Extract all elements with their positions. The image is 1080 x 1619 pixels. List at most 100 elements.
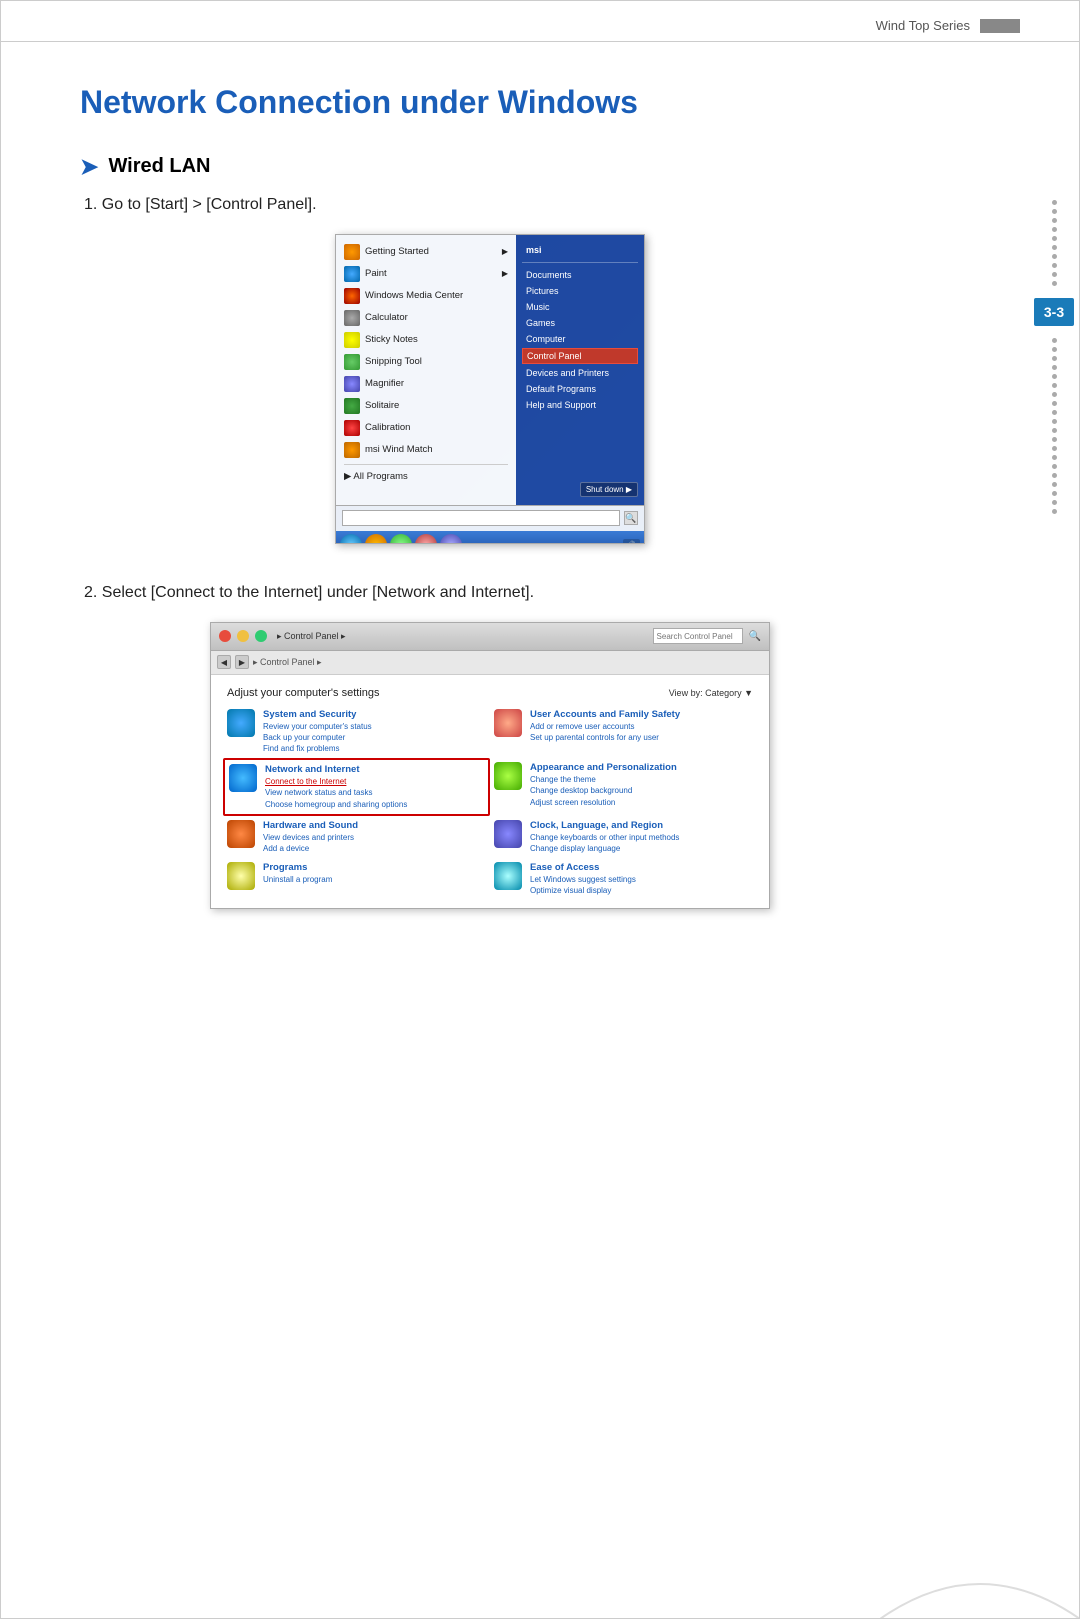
sidebar-dot <box>1052 227 1057 232</box>
magnifier-icon <box>344 376 360 392</box>
clock-link-1[interactable]: Change keyboards or other input methods <box>530 832 679 843</box>
sidebar-dot <box>1052 200 1057 205</box>
menu-item-label: msi Wind Match <box>365 444 433 455</box>
clock-icon <box>494 820 522 848</box>
system-link-2[interactable]: Back up your computer <box>263 732 372 743</box>
user-accounts-title[interactable]: User Accounts and Family Safety <box>530 709 680 720</box>
getting-started-icon <box>344 244 360 260</box>
menu-item-getting-started[interactable]: Getting Started ▶ <box>336 241 516 263</box>
clock-title[interactable]: Clock, Language, and Region <box>530 820 679 831</box>
right-menu-pictures[interactable]: Pictures <box>522 284 638 298</box>
clock-link-2[interactable]: Change display language <box>530 843 679 854</box>
hardware-title[interactable]: Hardware and Sound <box>263 820 358 831</box>
ease-title[interactable]: Ease of Access <box>530 862 636 873</box>
control-panel-screenshot: ▸ Control Panel ▸ 🔍 ◀ ▶ ▸ Control Panel … <box>210 622 770 910</box>
system-link-1[interactable]: Review your computer's status <box>263 721 372 732</box>
cp-view-by-label[interactable]: View by: Category ▼ <box>669 688 753 698</box>
menu-item-label: Sticky Notes <box>365 334 418 345</box>
step2-text: 2. Select [Connect to the Internet] unde… <box>84 584 900 602</box>
page-header: Wind Top Series <box>0 0 1080 42</box>
taskbar: 🔊 <box>336 531 644 544</box>
network-title[interactable]: Network and Internet <box>265 764 407 775</box>
network-link-1[interactable]: Connect to the Internet <box>265 776 407 787</box>
shutdown-button[interactable]: Shut down ▶ <box>580 482 638 497</box>
programs-title[interactable]: Programs <box>263 862 332 873</box>
right-menu-control-panel[interactable]: Control Panel <box>522 348 638 364</box>
taskbar-app-btn-2[interactable] <box>390 534 412 544</box>
right-menu-help[interactable]: Help and Support <box>522 398 638 412</box>
programs-link-1[interactable]: Uninstall a program <box>263 874 332 885</box>
appearance-link-2[interactable]: Change desktop background <box>530 785 677 796</box>
menu-item-calculator[interactable]: Calculator <box>336 307 516 329</box>
start-menu-search-input[interactable] <box>342 510 620 526</box>
system-link-3[interactable]: Find and fix problems <box>263 743 372 754</box>
user-link-1[interactable]: Add or remove user accounts <box>530 721 680 732</box>
sticky-notes-icon <box>344 332 360 348</box>
taskbar-app-btn-1[interactable] <box>365 534 387 544</box>
sidebar-dot <box>1052 446 1057 451</box>
menu-item-paint[interactable]: Paint ▶ <box>336 263 516 285</box>
user-link-2[interactable]: Set up parental controls for any user <box>530 732 680 743</box>
sidebar-dot <box>1052 392 1057 397</box>
menu-item-calibration[interactable]: Calibration <box>336 417 516 439</box>
bottom-curve-decoration <box>880 1469 1080 1619</box>
menu-item-media-center[interactable]: Windows Media Center <box>336 285 516 307</box>
cp-categories-grid: System and Security Review your computer… <box>227 709 753 897</box>
menu-item-sticky-notes[interactable]: Sticky Notes <box>336 329 516 351</box>
calibration-icon <box>344 420 360 436</box>
cp-breadcrumb: ▸ Control Panel ▸ <box>253 657 322 668</box>
appearance-icon <box>494 762 522 790</box>
sidebar-dot <box>1052 254 1057 259</box>
menu-item-msi-wind[interactable]: msi Wind Match <box>336 439 516 461</box>
solitaire-icon <box>344 398 360 414</box>
menu-item-label: Calculator <box>365 312 408 323</box>
network-link-2[interactable]: View network status and tasks <box>265 787 407 798</box>
menu-item-label: Paint <box>365 268 387 279</box>
cp-category-programs: Programs Uninstall a program <box>227 862 486 896</box>
cp-minimize-button[interactable] <box>237 630 249 642</box>
right-menu-games[interactable]: Games <box>522 316 638 330</box>
ease-link-1[interactable]: Let Windows suggest settings <box>530 874 636 885</box>
sidebar-dot <box>1052 428 1057 433</box>
cp-maximize-button[interactable] <box>255 630 267 642</box>
menu-item-label: Snipping Tool <box>365 356 422 367</box>
sidebar-dot <box>1052 410 1057 415</box>
menu-item-magnifier[interactable]: Magnifier <box>336 373 516 395</box>
cp-category-programs-text: Programs Uninstall a program <box>263 862 332 885</box>
sidebar-dot <box>1052 209 1057 214</box>
network-link-3[interactable]: Choose homegroup and sharing options <box>265 799 407 810</box>
menu-item-label: Calibration <box>365 422 410 433</box>
sidebar-dot <box>1052 365 1057 370</box>
start-menu-screenshot-container: Getting Started ▶ Paint ▶ Windows Media … <box>80 234 900 544</box>
cp-forward-button[interactable]: ▶ <box>235 655 249 669</box>
ease-link-2[interactable]: Optimize visual display <box>530 885 636 896</box>
menu-item-solitaire[interactable]: Solitaire <box>336 395 516 417</box>
sidebar-dots-top <box>1052 200 1057 286</box>
search-button[interactable]: 🔍 <box>624 511 638 525</box>
right-menu-documents[interactable]: Documents <box>522 268 638 282</box>
cp-back-button[interactable]: ◀ <box>217 655 231 669</box>
cp-close-button[interactable] <box>219 630 231 642</box>
appearance-link-3[interactable]: Adjust screen resolution <box>530 797 677 808</box>
cp-search-input[interactable] <box>653 628 743 644</box>
right-menu-computer[interactable]: Computer <box>522 332 638 346</box>
snipping-tool-icon <box>344 354 360 370</box>
hardware-link-2[interactable]: Add a device <box>263 843 358 854</box>
sidebar-dot <box>1052 356 1057 361</box>
right-menu-default-programs[interactable]: Default Programs <box>522 382 638 396</box>
right-menu-music[interactable]: Music <box>522 300 638 314</box>
taskbar-app-btn-3[interactable] <box>415 534 437 544</box>
right-menu-devices[interactable]: Devices and Printers <box>522 366 638 380</box>
taskbar-start-button[interactable] <box>340 534 362 544</box>
taskbar-app-btn-4[interactable] <box>440 534 462 544</box>
all-programs-item[interactable]: ▶ All Programs <box>336 468 516 485</box>
menu-item-snipping-tool[interactable]: Snipping Tool <box>336 351 516 373</box>
appearance-title[interactable]: Appearance and Personalization <box>530 762 677 773</box>
system-security-title[interactable]: System and Security <box>263 709 372 720</box>
hardware-link-1[interactable]: View devices and printers <box>263 832 358 843</box>
sidebar-dot <box>1052 374 1057 379</box>
appearance-link-1[interactable]: Change the theme <box>530 774 677 785</box>
cp-category-ease-text: Ease of Access Let Windows suggest setti… <box>530 862 636 896</box>
start-menu-left-panel: Getting Started ▶ Paint ▶ Windows Media … <box>336 235 516 505</box>
cp-category-ease: Ease of Access Let Windows suggest setti… <box>494 862 753 896</box>
